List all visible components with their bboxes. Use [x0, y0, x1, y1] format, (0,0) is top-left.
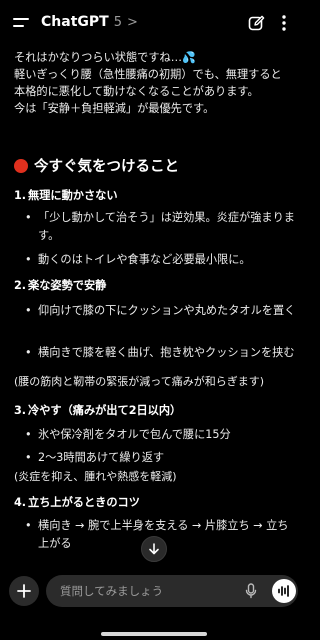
- section-title-4: 4. 立ち上がるときのコツ: [14, 496, 140, 509]
- model-selector[interactable]: ChatGPT 5 >: [41, 14, 138, 30]
- section-title-1: 1. 無理に動かさない: [14, 189, 118, 202]
- voice-waveform-icon[interactable]: [272, 579, 296, 603]
- arrow-down-icon[interactable]: [141, 536, 167, 562]
- list-item: 横向きで膝を軽く曲げ、抱き枕やクッションを挟む: [25, 344, 300, 362]
- list-item: 2〜3時間あけて繰り返す: [25, 449, 300, 467]
- intro-line-2: 軽いぎっくり腰（急性腰痛の初期）でも、無理すると: [14, 68, 282, 81]
- intro-line-3: 本格的に悪化して動けなくなることがあります。: [14, 85, 259, 98]
- top-bar: ChatGPT 5 >: [0, 0, 308, 46]
- plus-icon[interactable]: [9, 576, 39, 606]
- new-chat-edit-icon[interactable]: [244, 11, 268, 35]
- heading-text: 今すぐ気をつけること: [34, 159, 179, 175]
- app-title: ChatGPT: [41, 14, 109, 30]
- home-indicator: [101, 632, 207, 636]
- chevron-right-icon: >: [126, 15, 138, 30]
- section-title-3: 3. 冷やす（痛みが出て2日以内）: [14, 404, 182, 417]
- list-item: 氷や保冷剤をタオルで包んで腰に15分: [25, 426, 300, 444]
- list-item: 横向き → 腕で上半身を支える → 片膝立ち → 立ち上がる: [25, 517, 300, 553]
- section-title-2: 2. 楽な姿勢で安静: [14, 279, 107, 292]
- vertical-dots-icon[interactable]: [272, 11, 296, 35]
- chat-message-area[interactable]: それはかなりつらい状態ですね…💦 軽いぎっくり腰（急性腰痛の初期）でも、無理する…: [0, 44, 308, 572]
- section-heading: 今すぐ気をつけること: [14, 155, 179, 176]
- model-version: 5: [113, 15, 122, 30]
- hamburger-menu-icon[interactable]: [10, 11, 34, 35]
- intro-line-4: 今は「安静＋負担軽減」が最優先です。: [14, 102, 215, 115]
- list-item: 動くのはトイレや食事など必要最小限に。: [25, 251, 300, 269]
- message-paragraph: それはかなりつらい状態ですね…💦: [14, 49, 302, 66]
- input-placeholder: 質問してみましょう: [60, 584, 164, 598]
- sweat-droplets-icon: 💦: [181, 51, 196, 64]
- message-input[interactable]: 質問してみましょう: [46, 575, 298, 607]
- section-note-2: (腰の筋肉と靭帯の緊張が減って痛みが和らぎます): [14, 375, 265, 388]
- section-note-3: (炎症を抑え、腫れや熱感を軽減): [14, 470, 177, 483]
- composer-bar: 質問してみましょう: [0, 572, 308, 640]
- list-item: 「少し動かして治そう」は逆効果。炎症が強まります。: [25, 209, 300, 245]
- intro-line-1: それはかなりつらい状態ですね…: [14, 51, 182, 64]
- red-circle-icon: [14, 158, 28, 173]
- microphone-icon[interactable]: [242, 582, 260, 600]
- list-item: 仰向けで膝の下にクッションや丸めたタオルを置く: [25, 302, 300, 320]
